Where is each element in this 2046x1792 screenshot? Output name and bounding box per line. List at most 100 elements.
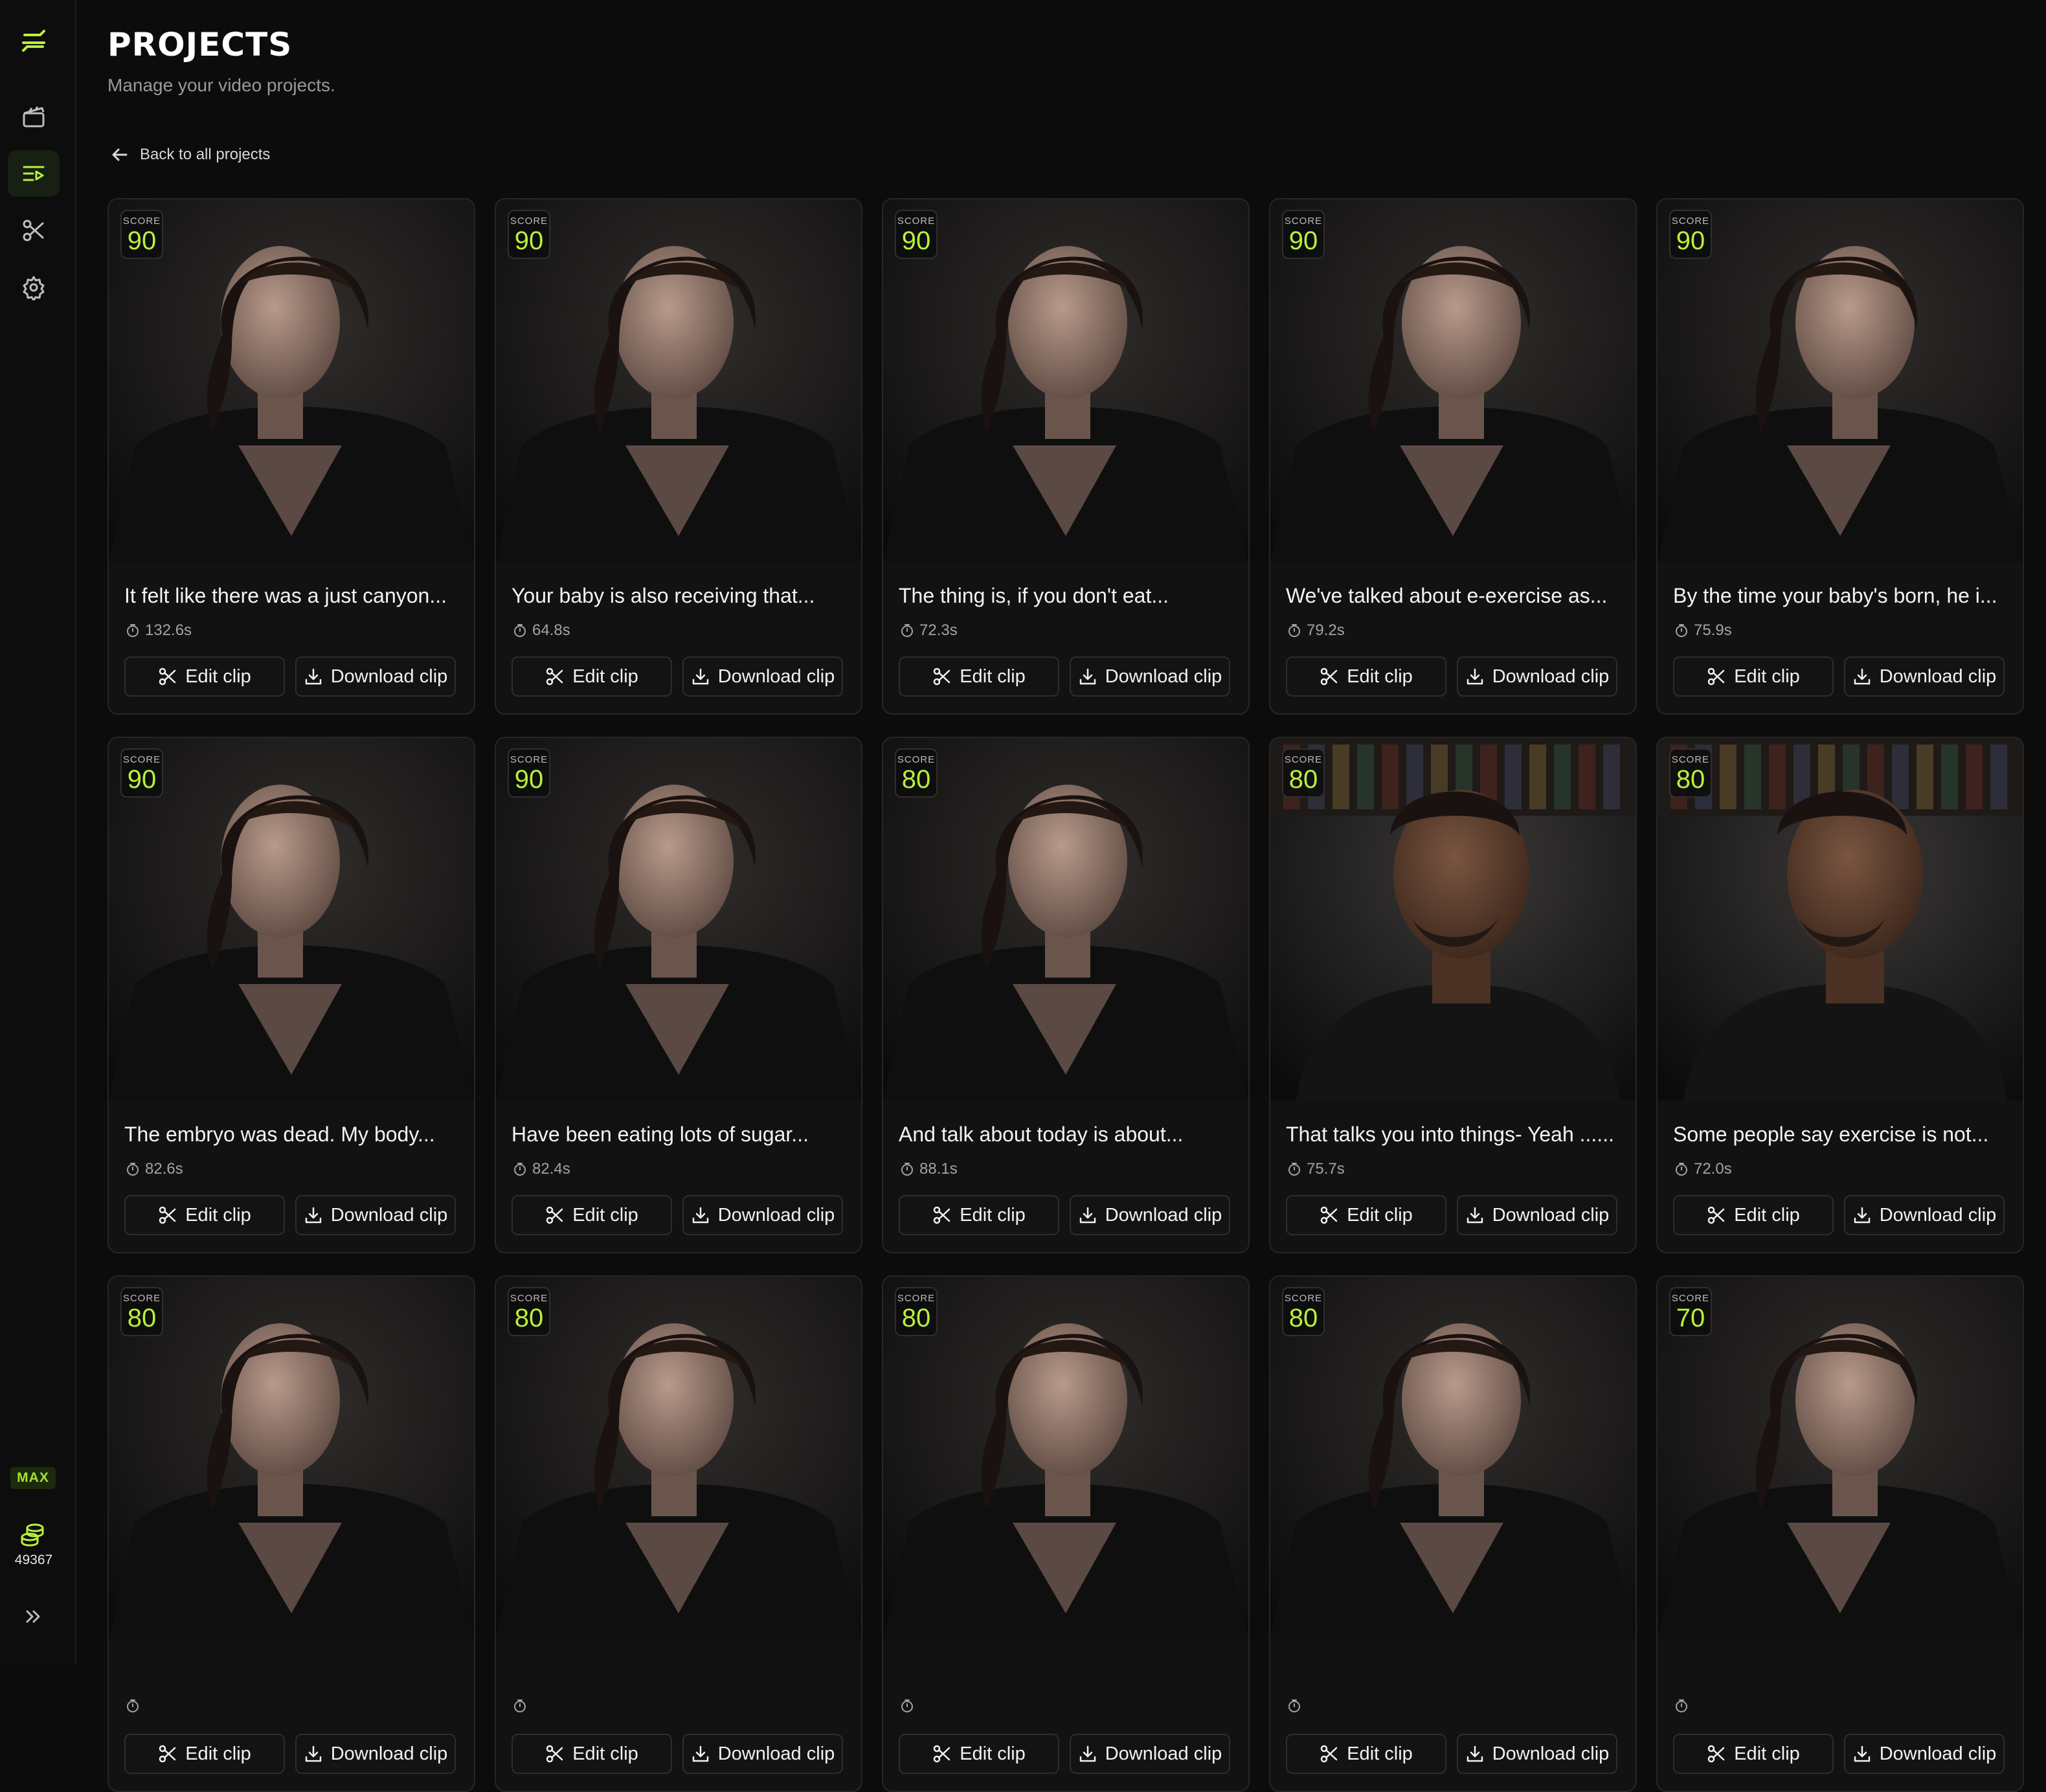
logo-icon[interactable] xyxy=(8,19,60,66)
clip-thumbnail[interactable]: SCORE 80 xyxy=(883,1277,1248,1639)
edit-clip-button[interactable]: Edit clip xyxy=(1673,1734,1834,1774)
edit-clip-button[interactable]: Edit clip xyxy=(899,1195,1059,1235)
download-clip-button[interactable]: Download clip xyxy=(682,1195,843,1235)
download-clip-button[interactable]: Download clip xyxy=(1844,1734,2005,1774)
edit-clip-button[interactable]: Edit clip xyxy=(512,1734,672,1774)
score-label: SCORE xyxy=(1284,215,1323,227)
clip-card[interactable]: SCORE 90 Have been eating lots of sugar.… xyxy=(495,737,862,1253)
clip-thumbnail[interactable]: SCORE 90 xyxy=(1270,199,1636,562)
clip-card[interactable]: SCORE 90 The thing is, if you don't eat.… xyxy=(882,198,1250,715)
timer-icon xyxy=(1288,1699,1300,1712)
download-clip-button[interactable]: Download clip xyxy=(1070,656,1230,697)
edit-clip-button[interactable]: Edit clip xyxy=(512,1195,672,1235)
clip-card[interactable]: SCORE 70 Edit clip Download clip xyxy=(1656,1275,2024,1792)
download-clip-button[interactable]: Download clip xyxy=(1457,656,1617,697)
clapperboard-icon[interactable] xyxy=(8,93,60,140)
edit-clip-button[interactable]: Edit clip xyxy=(512,656,672,697)
clip-card[interactable]: SCORE 80 Edit clip Download clip xyxy=(882,1275,1250,1792)
gear-icon[interactable] xyxy=(8,264,60,311)
clip-card[interactable]: SCORE 80 Edit clip Download clip xyxy=(107,1275,475,1792)
clip-card[interactable]: SCORE 90 Your baby is also receiving tha… xyxy=(495,198,862,715)
timer-icon xyxy=(127,1699,139,1712)
clip-card[interactable]: SCORE 80 Edit clip Download clip xyxy=(1269,1275,1637,1792)
edit-clip-button[interactable]: Edit clip xyxy=(1286,1195,1446,1235)
clip-actions: Edit clip Download clip xyxy=(512,1195,843,1235)
clip-thumbnail[interactable]: SCORE 90 xyxy=(109,199,474,562)
clip-actions: Edit clip Download clip xyxy=(512,1734,843,1774)
download-clip-label: Download clip xyxy=(1105,1743,1222,1764)
download-clip-button[interactable]: Download clip xyxy=(682,656,843,697)
clip-duration: 82.6s xyxy=(126,1160,183,1178)
clip-thumbnail[interactable]: SCORE 90 xyxy=(496,199,861,562)
edit-clip-label: Edit clip xyxy=(1347,1743,1413,1764)
clip-thumbnail[interactable]: SCORE 90 xyxy=(1658,199,2023,562)
scissors-icon xyxy=(546,667,563,686)
clip-card[interactable]: SCORE 80 Edit clip Download clip xyxy=(495,1275,862,1792)
score-value: 90 xyxy=(127,765,157,794)
download-icon xyxy=(305,1207,321,1224)
download-clip-button[interactable]: Download clip xyxy=(1844,656,2005,697)
clip-thumbnail-image xyxy=(883,199,1248,562)
download-clip-button[interactable]: Download clip xyxy=(1844,1195,2005,1235)
clip-card[interactable]: SCORE 80 And talk about today is about..… xyxy=(882,737,1250,1253)
clip-thumbnail[interactable]: SCORE 80 xyxy=(1270,738,1636,1101)
scissors-icon xyxy=(1320,1745,1338,1763)
download-icon xyxy=(1854,1207,1870,1224)
download-clip-button[interactable]: Download clip xyxy=(295,656,456,697)
download-clip-button[interactable]: Download clip xyxy=(1070,1195,1230,1235)
clip-card[interactable]: SCORE 90 The embryo was dead. My body...… xyxy=(107,737,475,1253)
back-to-projects-link[interactable]: Back to all projects xyxy=(110,145,270,164)
edit-clip-button[interactable]: Edit clip xyxy=(899,1734,1059,1774)
scissors-icon[interactable] xyxy=(8,207,60,254)
clip-thumbnail[interactable]: SCORE 80 xyxy=(1658,738,2023,1101)
clip-card[interactable]: SCORE 90 It felt like there was a just c… xyxy=(107,198,475,715)
scissors-icon xyxy=(546,1745,563,1763)
clip-card[interactable]: SCORE 80 Some people say exercise is not… xyxy=(1656,737,2024,1253)
timer-icon xyxy=(1676,1699,1687,1712)
download-clip-button[interactable]: Download clip xyxy=(1070,1734,1230,1774)
download-clip-button[interactable]: Download clip xyxy=(295,1734,456,1774)
clip-thumbnail[interactable]: SCORE 80 xyxy=(1270,1277,1636,1639)
clip-thumbnail[interactable]: SCORE 80 xyxy=(496,1277,861,1639)
clip-title: Your baby is also receiving that... xyxy=(512,584,815,607)
clip-thumbnail-image xyxy=(883,1277,1248,1639)
clip-actions: Edit clip Download clip xyxy=(899,1195,1230,1235)
edit-clip-button[interactable]: Edit clip xyxy=(1673,656,1834,697)
score-badge: SCORE 90 xyxy=(1282,210,1325,259)
score-label: SCORE xyxy=(122,1292,161,1304)
edit-clip-button[interactable]: Edit clip xyxy=(1286,656,1446,697)
clip-thumbnail-image xyxy=(1270,1277,1636,1639)
clip-duration xyxy=(900,1699,919,1713)
clip-thumbnail[interactable]: SCORE 70 xyxy=(1658,1277,2023,1639)
back-link-label: Back to all projects xyxy=(140,146,271,163)
timer-icon xyxy=(1288,1163,1300,1176)
score-badge: SCORE 80 xyxy=(1282,748,1325,798)
double-chevron-right-icon[interactable] xyxy=(22,1606,44,1631)
edit-clip-button[interactable]: Edit clip xyxy=(124,656,285,697)
clip-thumbnail[interactable]: SCORE 80 xyxy=(109,1277,474,1639)
download-clip-button[interactable]: Download clip xyxy=(682,1734,843,1774)
edit-clip-button[interactable]: Edit clip xyxy=(1673,1195,1834,1235)
timer-icon xyxy=(1676,1163,1687,1176)
clip-thumbnail[interactable]: SCORE 80 xyxy=(883,738,1248,1101)
download-icon xyxy=(1854,1745,1870,1762)
clip-title: And talk about today is about... xyxy=(899,1123,1184,1146)
download-clip-button[interactable]: Download clip xyxy=(1457,1195,1617,1235)
clip-thumbnail[interactable]: SCORE 90 xyxy=(883,199,1248,562)
clip-thumbnail[interactable]: SCORE 90 xyxy=(496,738,861,1101)
clip-thumbnail-image xyxy=(1658,1277,2023,1639)
edit-clip-button[interactable]: Edit clip xyxy=(1286,1734,1446,1774)
clip-thumbnail[interactable]: SCORE 90 xyxy=(109,738,474,1101)
edit-clip-button[interactable]: Edit clip xyxy=(124,1195,285,1235)
download-clip-button[interactable]: Download clip xyxy=(295,1195,456,1235)
edit-clip-button[interactable]: Edit clip xyxy=(124,1734,285,1774)
clip-card[interactable]: SCORE 90 We've talked about e-exercise a… xyxy=(1269,198,1637,715)
clip-card[interactable]: SCORE 90 By the time your baby's born, h… xyxy=(1656,198,2024,715)
score-value: 80 xyxy=(901,1303,931,1332)
edit-clip-button[interactable]: Edit clip xyxy=(899,656,1059,697)
download-clip-button[interactable]: Download clip xyxy=(1457,1734,1617,1774)
sidebar-item-clips[interactable] xyxy=(8,150,60,197)
download-icon xyxy=(305,668,321,685)
clip-card[interactable]: SCORE 80 That talks you into things- Yea… xyxy=(1269,737,1637,1253)
edit-clip-label: Edit clip xyxy=(1734,666,1800,687)
